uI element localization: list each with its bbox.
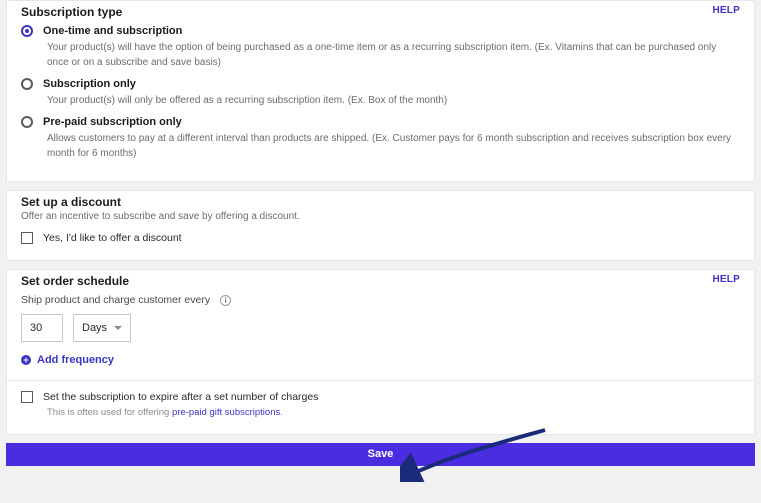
help-link[interactable]: HELP	[713, 5, 740, 16]
discount-checkbox-label: Yes, I'd like to offer a discount	[43, 232, 182, 244]
expire-desc-prefix: This is often used for offering	[47, 407, 172, 418]
radio-icon[interactable]	[21, 78, 33, 90]
expire-desc-suffix: .	[280, 407, 283, 418]
expire-checkbox-label: Set the subscription to expire after a s…	[43, 391, 318, 403]
radio-label: Pre-paid subscription only	[43, 116, 182, 128]
add-frequency-label: Add frequency	[37, 354, 114, 366]
checkbox-icon[interactable]	[21, 391, 33, 403]
schedule-label-text: Ship product and charge customer every	[21, 294, 210, 306]
save-button[interactable]: Save	[6, 443, 755, 466]
expire-desc: This is often used for offering pre-paid…	[47, 407, 740, 418]
subscription-type-title: Subscription type	[21, 5, 122, 19]
radio-row-one-time[interactable]: One-time and subscription	[21, 25, 740, 37]
radio-row-prepaid[interactable]: Pre-paid subscription only	[21, 116, 740, 128]
radio-icon[interactable]	[21, 25, 33, 37]
card-header: Subscription type HELP	[21, 5, 740, 19]
interval-value-input[interactable]: 30	[21, 314, 63, 342]
help-link[interactable]: HELP	[713, 274, 740, 285]
schedule-label-row: Ship product and charge customer every i	[21, 294, 740, 306]
subscription-type-card: Subscription type HELP One-time and subs…	[6, 0, 755, 182]
add-frequency-button[interactable]: + Add frequency	[21, 354, 740, 366]
radio-icon[interactable]	[21, 116, 33, 128]
interval-unit-value: Days	[82, 322, 107, 334]
expire-desc-link[interactable]: pre-paid gift subscriptions	[172, 407, 280, 418]
order-schedule-card: Set order schedule HELP Ship product and…	[6, 269, 755, 435]
radio-label: Subscription only	[43, 78, 136, 90]
card-header: Set order schedule HELP	[21, 274, 740, 288]
radio-row-subscription-only[interactable]: Subscription only	[21, 78, 740, 90]
divider	[7, 380, 754, 381]
plus-circle-icon: +	[21, 355, 31, 365]
info-icon[interactable]: i	[220, 295, 231, 306]
discount-title: Set up a discount	[21, 195, 740, 209]
discount-desc: Offer an incentive to subscribe and save…	[21, 211, 740, 222]
schedule-field-row: 30 Days	[21, 314, 740, 342]
radio-label: One-time and subscription	[43, 25, 182, 37]
radio-desc: Allows customers to pay at a different i…	[47, 131, 740, 161]
discount-card: Set up a discount Offer an incentive to …	[6, 190, 755, 261]
schedule-title: Set order schedule	[21, 274, 129, 288]
checkbox-icon[interactable]	[21, 232, 33, 244]
discount-checkbox-row[interactable]: Yes, I'd like to offer a discount	[21, 232, 740, 244]
radio-desc: Your product(s) will have the option of …	[47, 40, 740, 70]
interval-unit-select[interactable]: Days	[73, 314, 131, 342]
expire-checkbox-row[interactable]: Set the subscription to expire after a s…	[21, 391, 740, 403]
chevron-down-icon	[114, 326, 122, 330]
radio-desc: Your product(s) will only be offered as …	[47, 93, 740, 108]
